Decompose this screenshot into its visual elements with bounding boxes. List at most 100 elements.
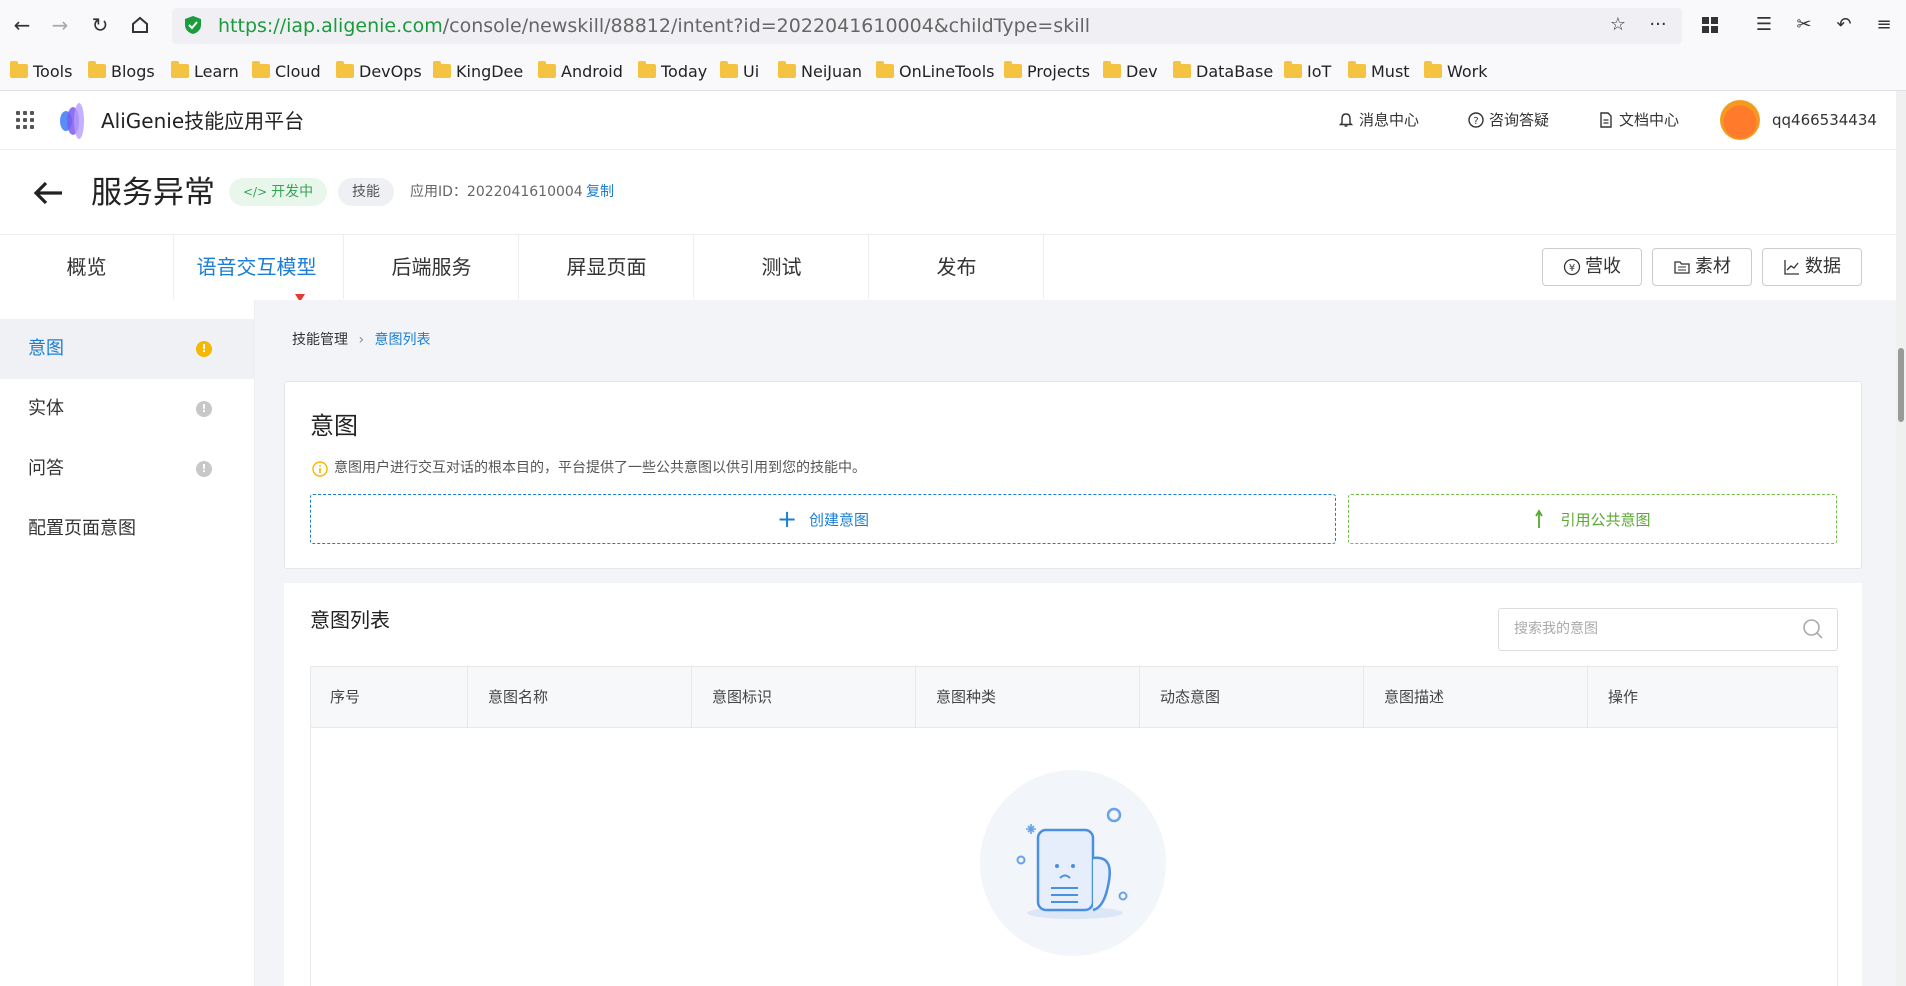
consult-label: 咨询答疑 [1489,111,1550,129]
app-launcher-icon[interactable] [16,111,34,129]
folder-icon [1424,61,1442,78]
bookmark-label: OnLineTools [899,61,995,81]
tab-voice-model[interactable]: 语音交互模型 [170,235,344,299]
apps-grid-icon[interactable] [1698,13,1722,37]
app-id: 应用ID：2022041610004 [410,184,583,200]
bookmark-label: Tools [33,61,73,81]
bookmark-iot[interactable]: IoT [1284,60,1331,82]
material-button[interactable]: 素材 [1652,248,1752,286]
data-label: 数据 [1805,256,1841,277]
search-icon[interactable] [1802,618,1824,640]
bookmark-label: Learn [194,61,239,81]
bookmark-tools[interactable]: Tools [10,60,72,82]
sidebar-item-intent[interactable]: 意图 ! [0,319,254,379]
avatar[interactable] [1720,100,1760,140]
bookmark-onlinetools[interactable]: OnLineTools [876,60,995,82]
undo-icon[interactable]: ↶ [1832,13,1856,37]
tab-screen[interactable]: 屏显页面 [520,235,694,299]
scrollbar-track[interactable] [1896,91,1906,986]
tab-overview[interactable]: 概览 [0,235,174,299]
breadcrumb: 技能管理 › 意图列表 [292,329,431,351]
menu-icon[interactable]: ≡ [1872,13,1896,37]
breadcrumb-root[interactable]: 技能管理 [292,332,348,348]
app-title[interactable]: AliGenie技能应用平台 [101,107,304,135]
column-header-type: 意图种类 [916,666,1140,728]
tab-publish[interactable]: 发布 [870,235,1044,299]
tab-backend[interactable]: 后端服务 [345,235,519,299]
column-header-dynamic: 动态意图 [1140,666,1364,728]
folder-icon [10,61,28,78]
bookmark-must[interactable]: Must [1348,60,1410,82]
bookmark-learn[interactable]: Learn [171,60,239,82]
document-icon [1600,112,1612,128]
sidebar-item-page-intent[interactable]: 配置页面意图 [0,499,254,559]
bookmark-label: Dev [1126,61,1158,81]
bookmark-today[interactable]: Today [638,60,707,82]
arrow-up-icon [1535,509,1544,528]
bookmark-label: Projects [1027,61,1091,81]
bookmark-work[interactable]: Work [1424,60,1488,82]
folder-icon [433,61,451,78]
copy-link[interactable]: 复制 [586,181,614,203]
search-placeholder: 搜索我的意图 [1514,621,1598,637]
reference-intent-button[interactable]: 引用公共意图 [1348,494,1837,544]
revenue-button[interactable]: ¥ 营收 [1542,248,1642,286]
more-icon[interactable]: ··· [1646,13,1670,37]
reference-intent-label: 引用公共意图 [1560,510,1651,529]
bookmark-cloud[interactable]: Cloud [252,60,321,82]
bookmark-ui[interactable]: Ui [720,60,759,82]
bookmark-database[interactable]: DataBase [1173,60,1273,82]
consult-link[interactable]: ? 咨询答疑 [1468,108,1549,132]
sidebar-item-label: 意图 [28,338,64,359]
url-path: /console/newskill/88812/intent?id=202204… [442,15,1091,37]
scrollbar-thumb[interactable] [1898,348,1904,422]
home-icon[interactable] [128,13,152,37]
column-header-index: 序号 [310,666,468,728]
folder-icon [252,61,270,78]
material-label: 素材 [1695,256,1731,277]
sidebar-item-entity[interactable]: 实体 ! [0,379,254,439]
bookmark-neijuan[interactable]: NeiJuan [778,60,862,82]
bookmark-label: Work [1447,61,1488,81]
username[interactable]: qq466534434 [1772,108,1877,132]
message-center-link[interactable]: 消息中心 [1338,108,1419,132]
folder-icon [638,61,656,78]
back-icon[interactable]: ← [10,13,34,37]
tab-test[interactable]: 测试 [695,235,869,299]
bookmark-dev[interactable]: Dev [1103,60,1158,82]
folder-outline-icon [1674,261,1690,274]
back-arrow-icon[interactable] [30,175,66,211]
sidebar-item-label: 实体 [28,398,64,419]
status-badge: </> 开发中 [229,178,328,206]
folder-icon [1284,61,1302,78]
folder-icon [88,61,106,78]
sidebar-item-label: 配置页面意图 [28,518,136,539]
bookmark-kingdee[interactable]: KingDee [433,60,523,82]
help-circle-icon: ? [1468,112,1484,128]
column-header-name: 意图名称 [468,666,692,728]
bookmark-blogs[interactable]: Blogs [88,60,155,82]
code-icon: </> [243,185,268,199]
folder-icon [1004,61,1022,78]
sidebar-item-qa[interactable]: 问答 ! [0,439,254,499]
info-dot-icon: ! [196,401,212,417]
star-icon[interactable]: ☆ [1606,13,1630,37]
folder-icon [336,61,354,78]
svg-text:?: ? [1473,116,1478,127]
reload-icon[interactable]: ↻ [88,13,112,37]
docs-link[interactable]: 文档中心 [1598,108,1679,132]
url-text[interactable]: https://iap.aligenie.com/console/newskil… [218,14,1090,38]
yuan-icon: ¥ [1563,258,1581,276]
create-intent-button[interactable]: + 创建意图 [310,494,1336,544]
forward-icon[interactable]: → [48,13,72,37]
scissors-icon[interactable]: ✂ [1792,13,1816,37]
url-host: iap.aligenie.com [286,15,443,37]
folder-icon [720,61,738,78]
docs-label: 文档中心 [1619,111,1680,129]
data-button[interactable]: 数据 [1762,248,1862,286]
favorites-list-icon[interactable]: ☰ [1752,13,1776,37]
shield-icon [185,16,201,34]
bookmark-projects[interactable]: Projects [1004,60,1090,82]
bookmark-android[interactable]: Android [538,60,623,82]
bookmark-devops[interactable]: DevOps [336,60,422,82]
